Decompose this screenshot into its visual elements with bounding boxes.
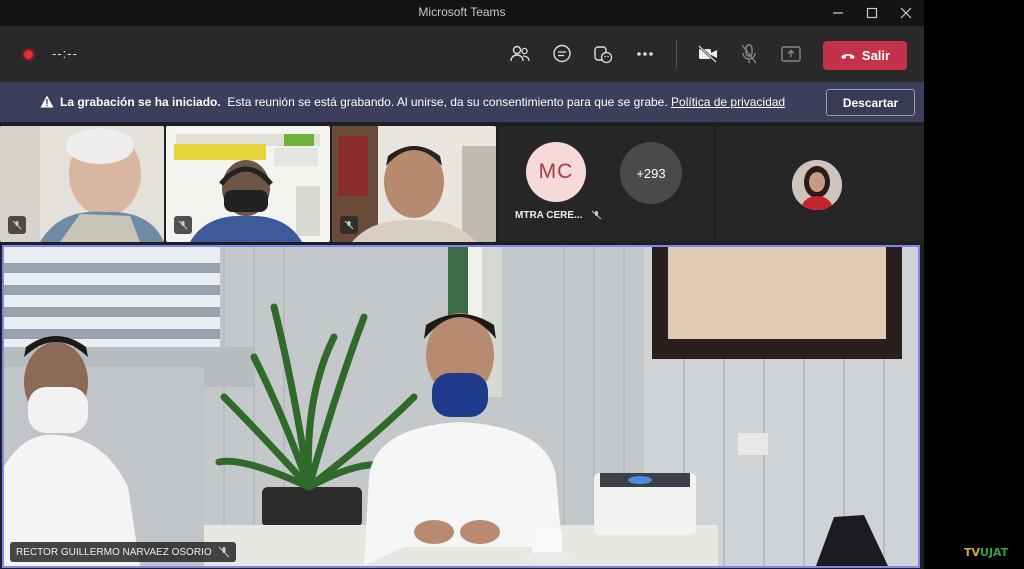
maximize-icon: [866, 7, 878, 19]
avatar-initials: MC: [526, 142, 586, 202]
watermark-tv: TV: [964, 546, 981, 559]
participant-avatar: [792, 160, 842, 210]
mic-muted-icon: [8, 216, 26, 234]
broadcast-side-strip: [924, 0, 1024, 569]
mic-muted-icon: [218, 546, 229, 558]
mic-muted-icon: [591, 210, 602, 220]
meeting-toolbar: --:-- Salir: [0, 26, 924, 82]
meeting-timer: --:--: [52, 46, 78, 61]
title-bar: Microsoft Teams: [0, 0, 924, 26]
leave-label: Salir: [861, 48, 891, 63]
camera-off-icon: [698, 45, 717, 63]
close-button[interactable]: [894, 3, 918, 23]
phone-hangup-icon: [840, 53, 855, 59]
banner-title: La grabación se ha iniciado.: [60, 95, 221, 109]
maximize-button[interactable]: [860, 3, 884, 23]
reactions-button[interactable]: [591, 42, 615, 66]
chat-button[interactable]: [550, 42, 574, 66]
reactions-icon: [594, 46, 613, 64]
more-actions-button[interactable]: [633, 42, 657, 66]
chat-icon: [553, 44, 571, 63]
speaker-name-tag: RECTOR GUILLERMO NARVAEZ OSORIO: [10, 542, 236, 562]
main-speaker-video[interactable]: RECTOR GUILLERMO NARVAEZ OSORIO: [2, 245, 920, 568]
mic-toggle-button[interactable]: [737, 42, 761, 66]
leave-button[interactable]: Salir: [823, 41, 907, 70]
participant-video-3[interactable]: [332, 126, 496, 242]
close-icon: [900, 7, 912, 19]
banner-message: Esta reunión se está grabando. Al unirse…: [227, 95, 668, 109]
watermark-ujat: UJAT: [980, 546, 1009, 559]
more-participants-button[interactable]: +293: [620, 142, 682, 204]
mic-muted-icon: [340, 216, 358, 234]
participant-name-text: MTRA CERE...: [515, 210, 583, 221]
warning-icon: [40, 95, 54, 113]
speaker-video-image: [4, 247, 918, 566]
mic-off-icon: [741, 44, 757, 64]
speaker-name: RECTOR GUILLERMO NARVAEZ OSORIO: [16, 546, 212, 558]
recording-banner: La grabación se ha iniciado. Esta reunió…: [0, 82, 924, 122]
recording-indicator-icon: [22, 48, 35, 61]
share-screen-button[interactable]: [779, 42, 803, 66]
more-icon: [637, 52, 653, 56]
mic-muted-icon: [174, 216, 192, 234]
people-icon: [510, 45, 530, 62]
teams-window: Microsoft Teams --:-- Salir La grabación…: [0, 0, 924, 569]
participants-button[interactable]: [508, 42, 532, 66]
participant-video-1[interactable]: [0, 126, 164, 242]
participant-video-2[interactable]: [166, 126, 330, 242]
participant-name: MTRA CERE...: [515, 210, 603, 221]
camera-toggle-button[interactable]: [696, 42, 720, 66]
channel-watermark-logo: TVUJAT: [964, 546, 1008, 559]
toolbar-divider: [676, 40, 677, 68]
minimize-icon: [833, 12, 843, 14]
window-title: Microsoft Teams: [418, 5, 506, 19]
share-icon: [781, 46, 801, 62]
dismiss-button[interactable]: Descartar: [826, 89, 915, 116]
participant-gallery: MC MTRA CERE... +293: [0, 126, 924, 242]
banner-text: La grabación se ha iniciado. Esta reunió…: [60, 95, 785, 109]
minimize-button[interactable]: [826, 3, 850, 23]
privacy-policy-link[interactable]: Política de privacidad: [671, 95, 785, 109]
